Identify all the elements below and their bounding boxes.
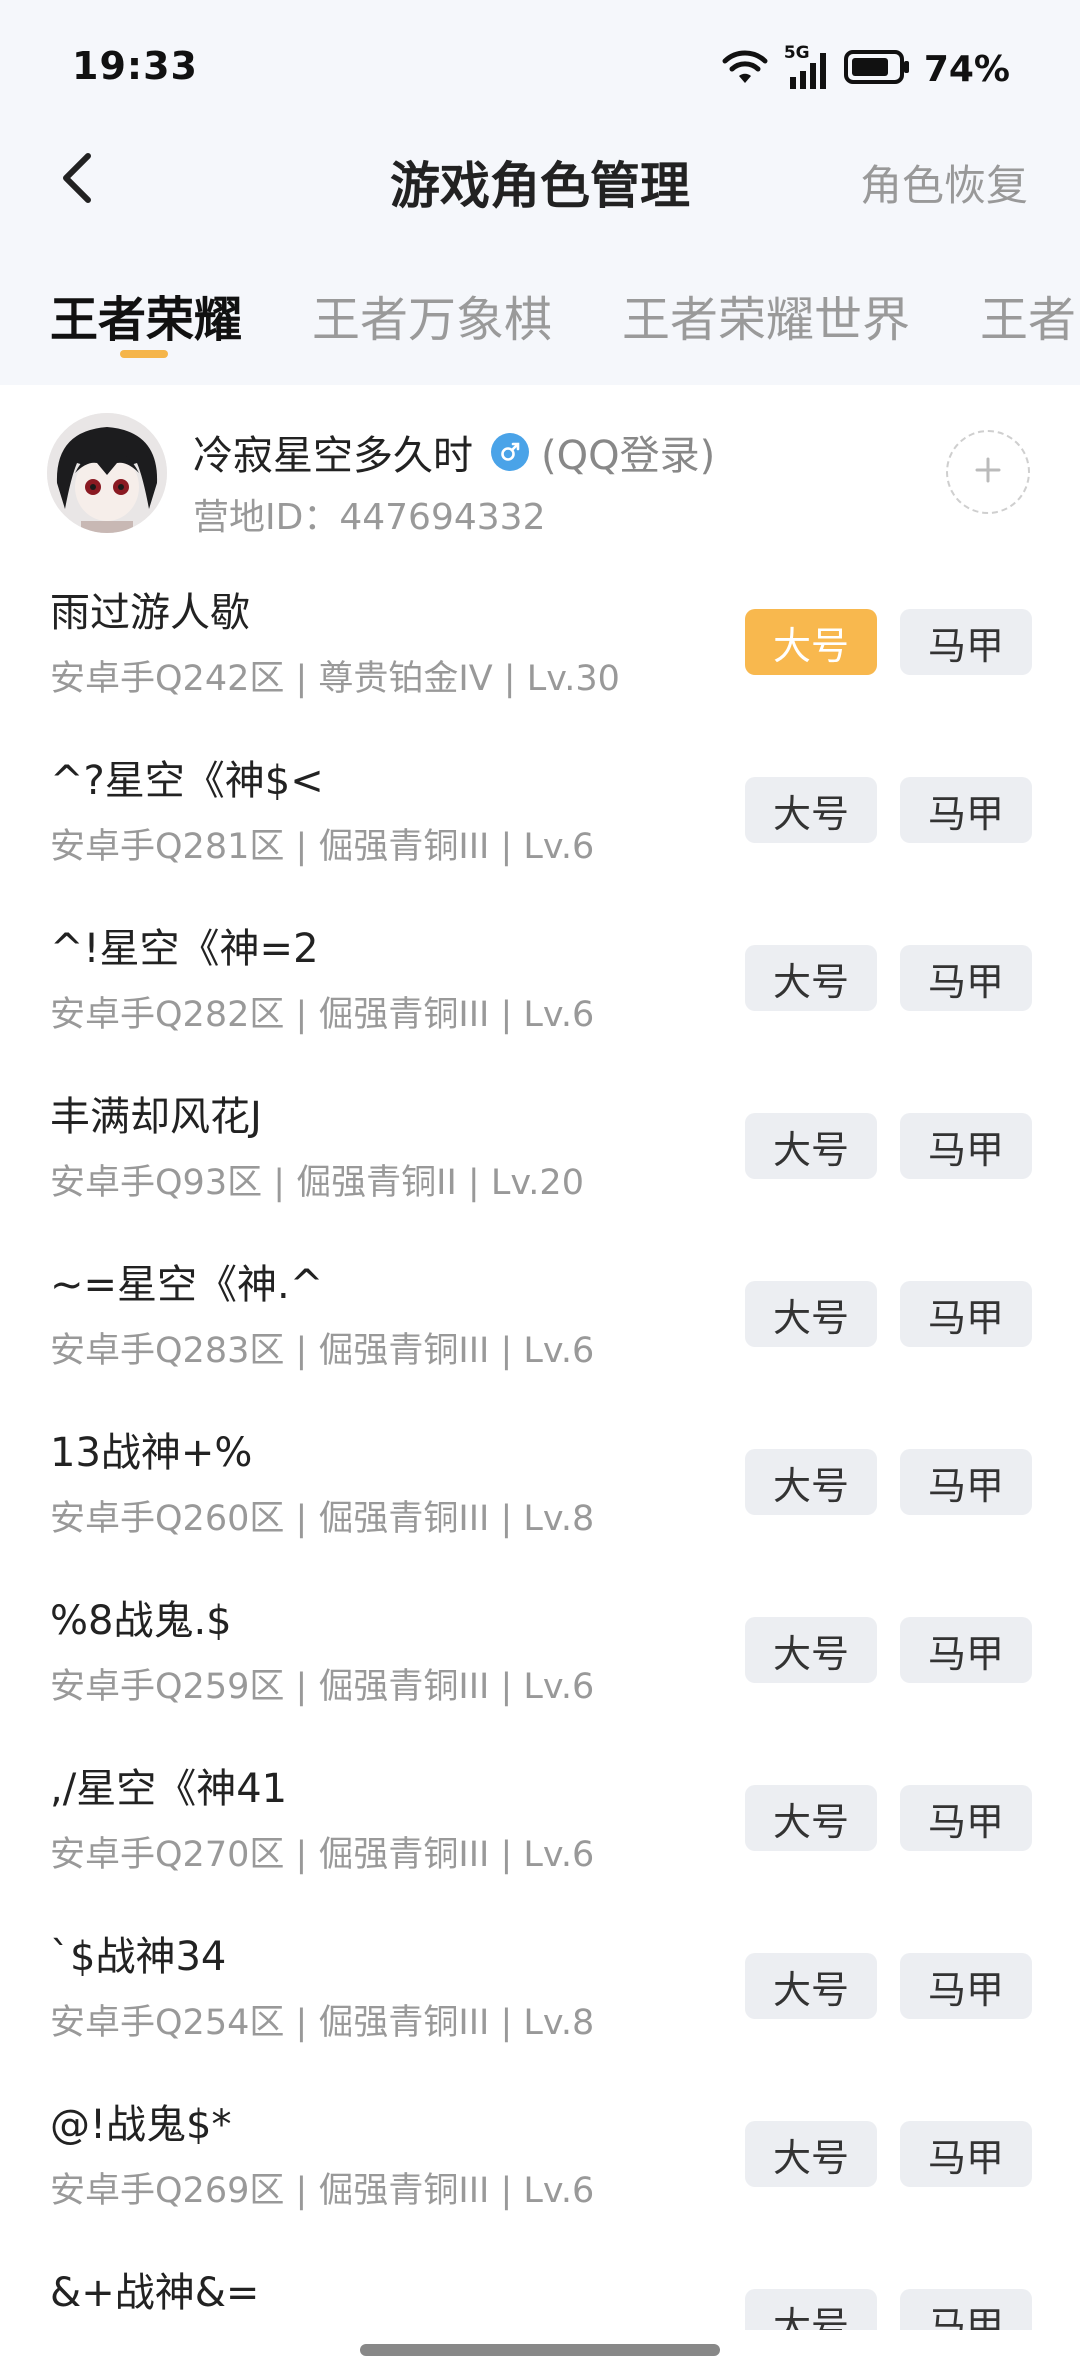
set-alt-button[interactable]: 马甲 <box>900 1785 1032 1851</box>
male-icon <box>491 433 529 471</box>
role-row: @!战鬼$* 安卓手Q269区 | 倔强青铜III | Lv.6 大号 马甲 <box>0 2072 1080 2240</box>
set-alt-button[interactable]: 马甲 <box>900 945 1032 1011</box>
set-alt-button[interactable]: 马甲 <box>900 1617 1032 1683</box>
role-meta: 安卓手Q242区 | 尊贵铂金IV | Lv.30 <box>50 659 620 699</box>
role-row: `$战神34 安卓手Q254区 | 倔强青铜III | Lv.8 大号 马甲 <box>0 1904 1080 2072</box>
set-alt-button[interactable]: 马甲 <box>900 1113 1032 1179</box>
role-meta: 安卓手Q281区 | 倔强青铜III | Lv.6 <box>50 827 595 867</box>
set-alt-button[interactable]: 马甲 <box>900 2121 1032 2187</box>
role-name: 13战神+% <box>50 1430 253 1476</box>
role-name: ,/星空《神41 <box>50 1766 288 1812</box>
tab-honor-of-kings[interactable]: 王者荣耀 <box>50 280 242 350</box>
role-meta: 安卓手Q260区 | 倔强青铜III | Lv.8 <box>50 1499 595 1539</box>
role-name: ~=星空《神.^ <box>50 1262 324 1308</box>
profile-id: 营地ID：447694332 <box>193 488 545 540</box>
role-name: `$战神34 <box>50 1934 227 1980</box>
role-meta: 安卓手Q254区 | 倔强青铜III | Lv.8 <box>50 2003 595 2043</box>
role-name: ^!星空《神=2 <box>50 926 319 972</box>
restore-role-button[interactable]: 角色恢复 <box>860 152 1028 213</box>
role-name: 雨过游人歇 <box>50 590 250 636</box>
set-alt-button[interactable]: 马甲 <box>900 1953 1032 2019</box>
role-row: ^!星空《神=2 安卓手Q282区 | 倔强青铜III | Lv.6 大号 马甲 <box>0 896 1080 1064</box>
login-type: (QQ登录) <box>541 433 716 479</box>
wifi-icon <box>720 47 770 91</box>
role-meta: 安卓手Q282区 | 倔强青铜III | Lv.6 <box>50 995 595 1035</box>
set-main-button[interactable]: 大号 <box>745 945 877 1011</box>
set-main-button[interactable]: 大号 <box>745 1281 877 1347</box>
set-alt-button[interactable]: 马甲 <box>900 609 1032 675</box>
set-main-button[interactable]: 大号 <box>745 1617 877 1683</box>
account-profile: 冷寂星空多久时 (QQ登录) 营地ID：447694332 <box>0 395 1080 545</box>
tab-more[interactable]: 王者 <box>980 280 1076 350</box>
set-alt-button[interactable]: 马甲 <box>900 777 1032 843</box>
set-main-button[interactable]: 大号 <box>745 1113 877 1179</box>
profile-id-value: 447694332 <box>339 497 546 538</box>
set-main-button[interactable]: 大号 <box>745 777 877 843</box>
role-row: &+战神&= 大号 马甲 <box>0 2240 1080 2330</box>
role-row: ,/星空《神41 安卓手Q270区 | 倔强青铜III | Lv.6 大号 马甲 <box>0 1736 1080 1904</box>
set-main-button[interactable]: 大号 <box>745 1785 877 1851</box>
tab-wanxiangqi[interactable]: 王者万象棋 <box>312 280 552 350</box>
battery-icon <box>843 49 910 89</box>
status-icons: 5G 74% <box>720 43 1010 94</box>
role-name: @!战鬼$* <box>50 2102 232 2148</box>
role-name: ^?星空《神$< <box>50 758 324 804</box>
role-row: ~=星空《神.^ 安卓手Q283区 | 倔强青铜III | Lv.6 大号 马甲 <box>0 1232 1080 1400</box>
signal-icon: 5G <box>784 43 830 91</box>
battery-level: 74% <box>923 48 1010 90</box>
app-header: 游戏角色管理 角色恢复 <box>0 130 1080 230</box>
set-main-button[interactable]: 大号 <box>745 2121 877 2187</box>
profile-id-label: 营地ID： <box>193 497 340 538</box>
set-main-button[interactable]: 大号 <box>745 1953 877 2019</box>
role-meta: 安卓手Q283区 | 倔强青铜III | Lv.6 <box>50 1331 595 1371</box>
set-alt-button[interactable]: 马甲 <box>900 1281 1032 1347</box>
profile-name-row: 冷寂星空多久时 (QQ登录) <box>193 423 715 481</box>
role-list: 雨过游人歇 安卓手Q242区 | 尊贵铂金IV | Lv.30 大号 马甲 ^?… <box>0 560 1080 2330</box>
set-alt-button[interactable]: 马甲 <box>900 1449 1032 1515</box>
game-tabs: 王者荣耀 王者万象棋 王者荣耀世界 王者 <box>0 270 1080 370</box>
role-name: %8战鬼.$ <box>50 1598 232 1644</box>
role-meta: 安卓手Q269区 | 倔强青铜III | Lv.6 <box>50 2171 595 2211</box>
role-meta: 安卓手Q270区 | 倔强青铜III | Lv.6 <box>50 1835 595 1875</box>
role-row: %8战鬼.$ 安卓手Q259区 | 倔强青铜III | Lv.6 大号 马甲 <box>0 1568 1080 1736</box>
add-account-button[interactable] <box>946 430 1030 514</box>
role-row: ^?星空《神$< 安卓手Q281区 | 倔强青铜III | Lv.6 大号 马甲 <box>0 728 1080 896</box>
home-indicator[interactable] <box>360 2344 720 2356</box>
plus-icon <box>973 455 1003 489</box>
set-main-button[interactable]: 大号 <box>745 1449 877 1515</box>
tab-active-indicator <box>120 350 168 358</box>
role-name: &+战神&= <box>50 2270 260 2316</box>
role-meta: 安卓手Q259区 | 倔强青铜III | Lv.6 <box>50 1667 595 1707</box>
status-time: 19:33 <box>72 44 198 88</box>
set-alt-button[interactable]: 马甲 <box>900 2289 1032 2330</box>
role-meta: 安卓手Q93区 | 倔强青铜II | Lv.20 <box>50 1163 584 1203</box>
set-main-button[interactable]: 大号 <box>745 2289 877 2330</box>
status-bar: 19:33 5G 74% <box>0 0 1080 130</box>
avatar[interactable] <box>47 413 167 533</box>
tab-honor-world[interactable]: 王者荣耀世界 <box>622 280 910 350</box>
set-main-button[interactable]: 大号 <box>745 609 877 675</box>
role-row: 13战神+% 安卓手Q260区 | 倔强青铜III | Lv.8 大号 马甲 <box>0 1400 1080 1568</box>
role-name: 丰满却风花J <box>50 1094 262 1140</box>
role-row: 丰满却风花J 安卓手Q93区 | 倔强青铜II | Lv.20 大号 马甲 <box>0 1064 1080 1232</box>
profile-name: 冷寂星空多久时 <box>193 433 473 479</box>
role-row: 雨过游人歇 安卓手Q242区 | 尊贵铂金IV | Lv.30 大号 马甲 <box>0 560 1080 728</box>
